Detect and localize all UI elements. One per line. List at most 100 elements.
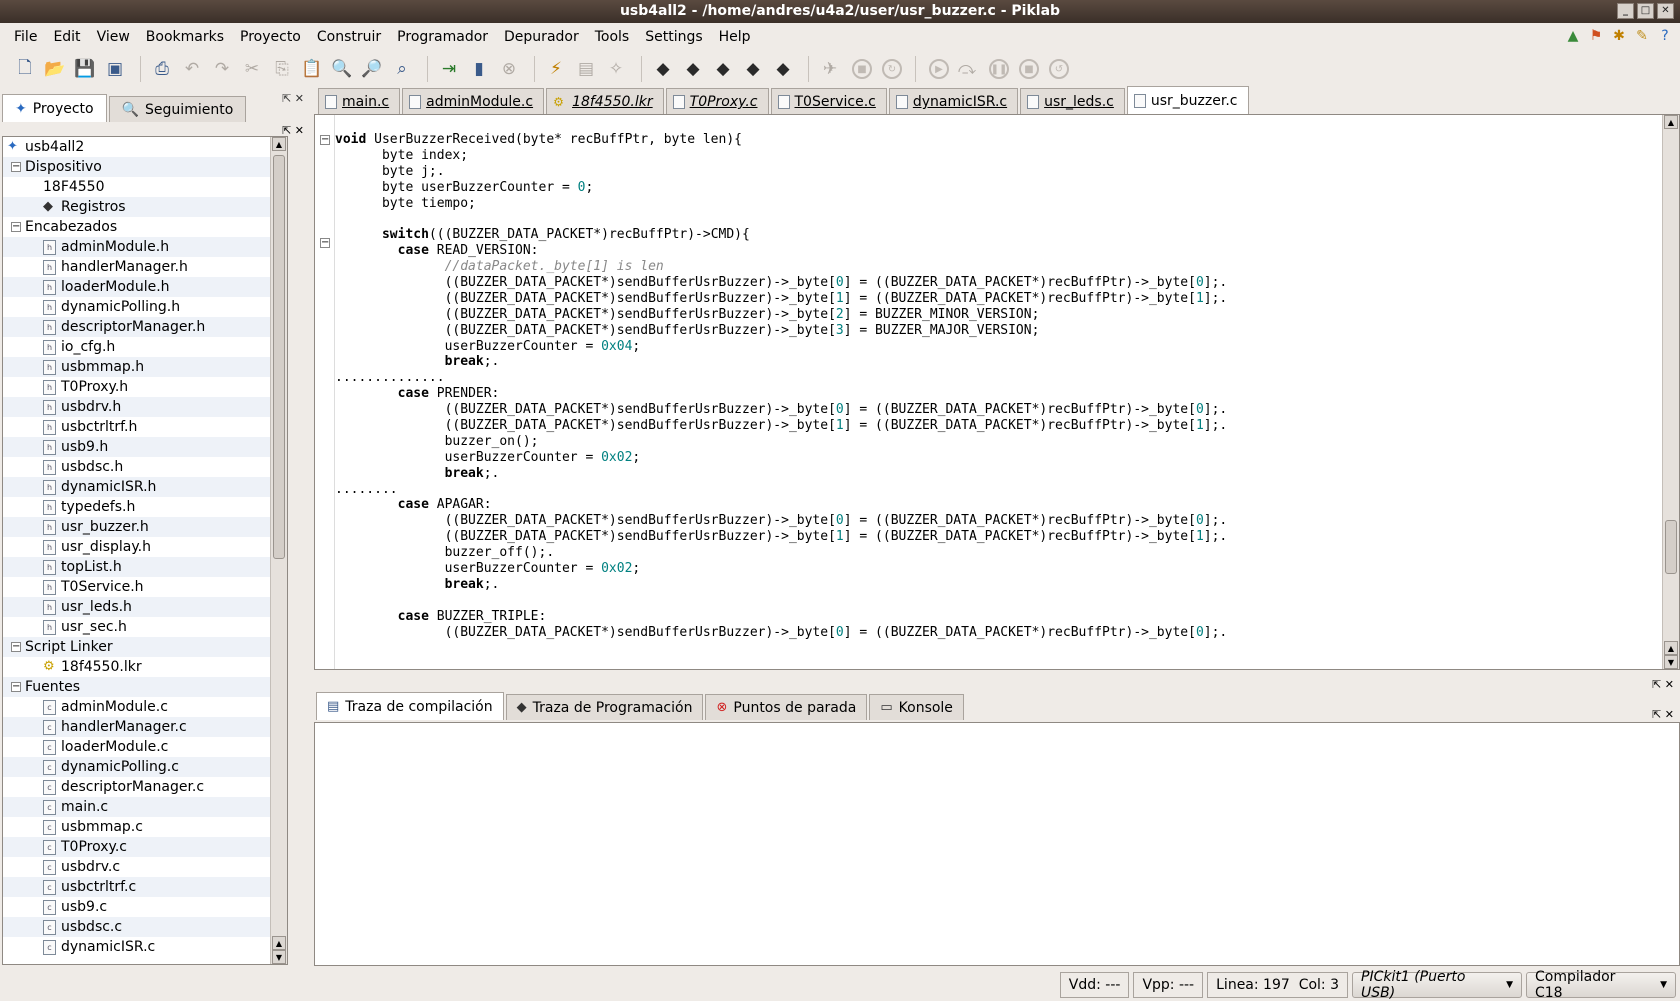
tree-item[interactable]: − Encabezados xyxy=(3,217,287,237)
tab-proyecto[interactable]: ✦ Proyecto xyxy=(2,94,107,122)
copy-icon[interactable]: ⎘ xyxy=(269,56,295,82)
find-icon[interactable]: 🔍 xyxy=(329,56,355,82)
scroll-down-icon[interactable]: ▼ xyxy=(272,950,286,964)
tree-item[interactable]: c handlerManager.c xyxy=(3,717,287,737)
tree-item[interactable]: c dynamicISR.c xyxy=(3,937,287,957)
blank-check-icon[interactable]: ◆ xyxy=(770,56,796,82)
code-text[interactable]: void UserBuzzerReceived(byte* recBuffPtr… xyxy=(335,131,1227,640)
tree-item[interactable]: h io_cfg.h xyxy=(3,337,287,357)
menu-help[interactable]: Help xyxy=(711,29,759,45)
menu-edit[interactable]: Edit xyxy=(45,29,88,45)
tab-seguimiento[interactable]: 🔍 Seguimiento xyxy=(108,96,247,122)
tools-icon[interactable]: ✎ xyxy=(1633,27,1651,45)
tree-item[interactable]: − Script Linker xyxy=(3,637,287,657)
help-icon[interactable]: ? xyxy=(1656,27,1674,45)
run-icon[interactable]: ▶ xyxy=(929,59,949,79)
tree-item[interactable]: c usbctrltrf.c xyxy=(3,877,287,897)
tree-item[interactable]: ◆ Registros xyxy=(3,197,287,217)
save-all-icon[interactable]: ▣ xyxy=(102,56,128,82)
tree-item[interactable]: c usbdsc.c xyxy=(3,917,287,937)
scroll-up-icon[interactable]: ▲ xyxy=(272,137,286,151)
output-tab[interactable]: ▤ Traza de compilación xyxy=(316,692,504,720)
pause-icon[interactable]: ❚❚ xyxy=(989,59,1009,79)
tree-item[interactable]: h usb9.h xyxy=(3,437,287,457)
tree-item[interactable]: ⚙ 18f4550.lkr xyxy=(3,657,287,677)
find-previous-icon[interactable]: ⌕ xyxy=(389,56,415,82)
scroll-up-icon[interactable]: ▲ xyxy=(1664,641,1678,655)
tree-item[interactable]: h usr_leds.h xyxy=(3,597,287,617)
collapse-icon[interactable]: − xyxy=(11,682,21,692)
debug-icon[interactable]: ✱ xyxy=(1610,27,1628,45)
print-icon[interactable]: ⎙ xyxy=(149,56,175,82)
file-tab[interactable]: main.c xyxy=(318,88,401,115)
file-tab[interactable]: usr_leds.c xyxy=(1020,88,1125,115)
menu-programador[interactable]: Programador xyxy=(389,29,496,45)
tree-item[interactable]: − Dispositivo xyxy=(3,157,287,177)
tree-item[interactable]: h dynamicISR.h xyxy=(3,477,287,497)
code-editor[interactable]: − − void UserBuzzerReceived(byte* recBuf… xyxy=(314,114,1680,670)
tree-item[interactable]: h T0Service.h xyxy=(3,577,287,597)
panel-dock-icons[interactable]: ⇱ ✕ xyxy=(282,92,304,105)
tree-item[interactable]: c usb9.c xyxy=(3,897,287,917)
output-dock-icons[interactable]: ⇱ ✕ xyxy=(1652,708,1674,721)
bug-report-icon[interactable]: ⚑ xyxy=(1587,27,1605,45)
read-chip-icon[interactable]: ◆ xyxy=(710,56,736,82)
tree-item[interactable]: c main.c xyxy=(3,797,287,817)
tree-item[interactable]: c dynamicPolling.c xyxy=(3,757,287,777)
verify-chip-icon[interactable]: ◆ xyxy=(680,56,706,82)
undo-icon[interactable]: ↶ xyxy=(179,56,205,82)
tree-item[interactable]: h usbdrv.h xyxy=(3,397,287,417)
tree-item[interactable]: h handlerManager.h xyxy=(3,257,287,277)
menu-bookmarks[interactable]: Bookmarks xyxy=(138,29,232,45)
file-tab[interactable]: adminModule.c xyxy=(402,88,545,115)
step-icon[interactable]: ⤼ xyxy=(954,56,980,82)
file-tab[interactable]: usr_buzzer.c xyxy=(1126,86,1249,115)
fold-marker[interactable]: − xyxy=(320,238,330,248)
tree-item[interactable]: h adminModule.h xyxy=(3,237,287,257)
compiler-select[interactable]: Compilador C18 ▼ xyxy=(1526,969,1676,1001)
new-file-icon[interactable]: 🗋 xyxy=(12,56,38,82)
tree-item[interactable]: − Fuentes xyxy=(3,677,287,697)
menu-view[interactable]: View xyxy=(89,29,138,45)
file-tab[interactable]: T0Service.c xyxy=(770,88,887,115)
tree-item[interactable]: h usr_display.h xyxy=(3,537,287,557)
compile-file-icon[interactable]: ▤ xyxy=(573,56,599,82)
tree-item[interactable]: c descriptorManager.c xyxy=(3,777,287,797)
power-off-icon[interactable]: ■ xyxy=(852,59,872,79)
database-icon[interactable]: ▮ xyxy=(466,56,492,82)
update-icon[interactable]: ▲ xyxy=(1564,27,1582,45)
open-folder-icon[interactable]: 📂 xyxy=(42,56,68,82)
scroll-down-icon[interactable]: ▼ xyxy=(1664,655,1678,669)
tree-item[interactable]: h typedefs.h xyxy=(3,497,287,517)
build-icon[interactable]: ⚡ xyxy=(543,56,569,82)
collapse-icon[interactable]: − xyxy=(11,162,21,172)
tree-item[interactable]: h usbdsc.h xyxy=(3,457,287,477)
menu-settings[interactable]: Settings xyxy=(637,29,710,45)
panel-dock-icons[interactable]: ⇱ ✕ xyxy=(1652,678,1674,691)
scroll-thumb[interactable] xyxy=(1665,520,1677,574)
stop-icon[interactable]: ■ xyxy=(1019,59,1039,79)
redo-icon[interactable]: ↷ xyxy=(209,56,235,82)
close-window-button[interactable]: ✕ xyxy=(1657,3,1674,19)
tree-item[interactable]: h usr_buzzer.h xyxy=(3,517,287,537)
cut-icon[interactable]: ✂ xyxy=(239,56,265,82)
tree-item[interactable]: h descriptorManager.h xyxy=(3,317,287,337)
tree-item[interactable]: h topList.h xyxy=(3,557,287,577)
tree-item[interactable]: h usbctrltrf.h xyxy=(3,417,287,437)
tree-item[interactable]: 18F4550 xyxy=(3,177,287,197)
program-chip-icon[interactable]: ◆ xyxy=(650,56,676,82)
menu-proyecto[interactable]: Proyecto xyxy=(232,29,309,45)
tree-item[interactable]: c loaderModule.c xyxy=(3,737,287,757)
compile-log[interactable] xyxy=(314,722,1680,966)
reset-icon[interactable]: ↺ xyxy=(1049,59,1069,79)
menu-tools[interactable]: Tools xyxy=(587,29,638,45)
menu-construir[interactable]: Construir xyxy=(309,29,389,45)
import-icon[interactable]: ⇥ xyxy=(436,56,462,82)
restart-icon[interactable]: ↻ xyxy=(882,59,902,79)
tree-scrollbar[interactable]: ▲ ▲ ▼ xyxy=(270,137,287,964)
tree-item[interactable]: ✦ usb4all2 xyxy=(3,137,287,157)
tree-item[interactable]: h usr_sec.h xyxy=(3,617,287,637)
menu-file[interactable]: File xyxy=(6,29,45,45)
collapse-icon[interactable]: − xyxy=(11,642,21,652)
editor-scrollbar[interactable]: ▲ ▲ ▼ xyxy=(1662,115,1679,669)
